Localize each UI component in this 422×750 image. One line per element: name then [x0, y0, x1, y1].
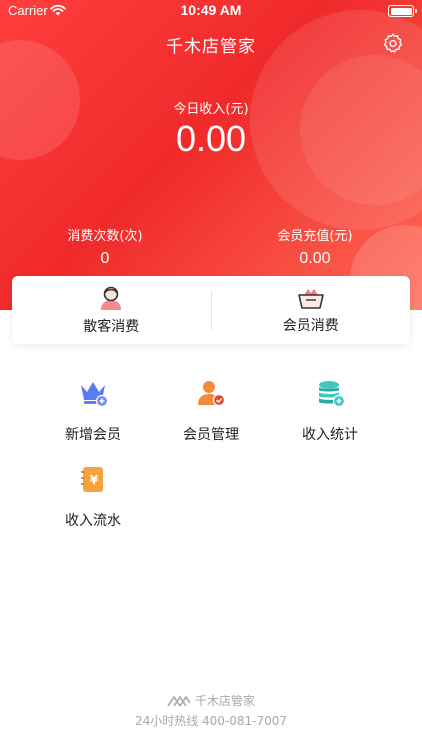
battery-icon [388, 5, 417, 17]
today-income-value: 0.00 [175, 118, 247, 159]
income-stats-label: 收入统计 [302, 427, 358, 443]
status-bar: Carrier 10:49 AM [0, 0, 422, 22]
member-manage-button[interactable]: 会员管理 [161, 378, 261, 444]
add-member-button[interactable]: 新增会员 [43, 378, 143, 444]
footer-brand: 千木店管家 [0, 692, 422, 709]
member-recharge-label: 会员充值(元) [277, 229, 353, 244]
income-flow-label: 收入流水 [65, 513, 121, 529]
income-stats-button[interactable]: 收入统计 [280, 378, 380, 444]
consume-count-stat: 消费次数(次) 0 [20, 225, 190, 268]
page-title: 千木店管家 [166, 37, 256, 57]
header-banner: Carrier 10:49 AM 千木店管家 今日收入(元) 0.00 消费次数… [0, 0, 422, 310]
brand-logo-icon [167, 695, 191, 706]
member-manage-icon [198, 381, 226, 407]
today-income-label: 今日收入(元) [173, 102, 249, 117]
gear-icon[interactable] [382, 32, 404, 54]
income-flow-button[interactable]: ¥ 收入流水 [43, 464, 143, 530]
member-consume-button[interactable]: 会员消费 [212, 276, 411, 344]
basket-icon [297, 288, 324, 309]
walkin-consume-label: 散客消费 [83, 318, 140, 335]
member-recharge-stat: 会员充值(元) 0.00 [230, 225, 400, 268]
coins-stack-icon [319, 381, 346, 408]
consume-card: 散客消费 会员消费 [12, 276, 410, 344]
member-recharge-value: 0.00 [299, 250, 331, 267]
add-member-label: 新增会员 [65, 427, 121, 443]
yuan-ledger-icon: ¥ [81, 467, 103, 492]
person-icon [101, 286, 122, 310]
footer-brand-name: 千木店管家 [194, 694, 255, 708]
member-manage-label: 会员管理 [183, 427, 239, 443]
support-hotline: 24小时热线 400-081-7007 [134, 714, 288, 728]
svg-text:¥: ¥ [90, 473, 99, 487]
consume-count-label: 消费次数(次) [67, 229, 143, 244]
crown-add-icon [81, 382, 109, 408]
consume-count-value: 0 [100, 250, 110, 267]
clock: 10:49 AM [180, 2, 242, 18]
member-consume-label: 会员消费 [282, 317, 339, 334]
walkin-consume-button[interactable]: 散客消费 [12, 276, 211, 344]
footer: 千木店管家 24小时热线 400-081-7007 [0, 692, 422, 729]
